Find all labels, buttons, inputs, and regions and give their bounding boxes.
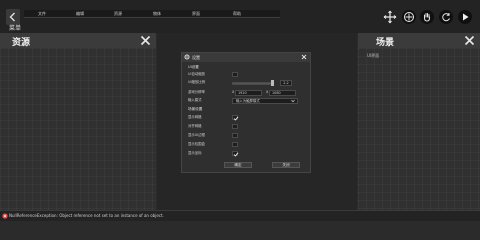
settings-dialog-header: 设置 [182, 53, 310, 62]
ui-scale-slider-fill [233, 83, 273, 84]
show-grid-checkbox[interactable] [232, 115, 239, 121]
error-icon [2, 213, 8, 219]
move-icon [383, 10, 397, 24]
settings-dialog-title: 设置 [192, 55, 200, 60]
resolution-y-label: X [266, 90, 269, 94]
scene-panel-body [358, 48, 480, 211]
close-icon[interactable] [464, 35, 475, 46]
close-icon[interactable] [301, 54, 307, 60]
transform-button[interactable] [402, 10, 416, 24]
chevron-left-icon [9, 12, 15, 22]
scene-panel-title: 场景 [376, 38, 395, 48]
play-button[interactable] [458, 10, 472, 24]
scene-panel: 场景 UI界面 [358, 33, 480, 211]
ui-scale-slider-handle[interactable] [271, 80, 274, 86]
pan-button[interactable] [420, 10, 434, 24]
rotate-button[interactable] [439, 10, 453, 24]
resource-panel-header: 资源 [0, 33, 156, 48]
ui-settings-heading: UI设置 [188, 65, 199, 69]
menu-resources[interactable]: 资源 [114, 10, 122, 18]
show-ui-border-checkbox[interactable] [232, 133, 238, 138]
scene-panel-header: 场景 [358, 33, 480, 48]
show-ui-border-label: 显示UI边框 [188, 133, 206, 137]
show-bounds-label: 显示包围盒 [188, 142, 205, 146]
ok-button[interactable]: 确定 [224, 162, 252, 168]
resource-panel-body [0, 48, 156, 211]
ui-auto-scale-checkbox[interactable] [232, 72, 238, 77]
object-snap-label: 对齐网格 [188, 124, 202, 128]
scene-settings-heading: 场景设置 [188, 107, 203, 111]
ui-scale-slider[interactable] [232, 82, 274, 85]
show-coords-label: 显示坐标 [188, 151, 202, 155]
resource-panel-title: 资源 [12, 38, 31, 48]
input-mode-label: 输入模式 [188, 98, 202, 102]
input-mode-dropdown[interactable]: 输入为触屏模式 [232, 98, 298, 104]
resolution-height-input[interactable]: 1080 [269, 90, 296, 96]
play-icon [463, 13, 469, 21]
hand-icon [424, 13, 430, 22]
rotate-icon [442, 13, 450, 22]
chevron-down-icon [291, 99, 295, 103]
ui-scale-label: UI缩放比例 [188, 80, 206, 84]
scene-tree-item[interactable]: UI界面 [367, 53, 379, 59]
menu-edit[interactable]: 编辑 [76, 10, 84, 18]
gear-icon [184, 54, 190, 60]
menu-bar: 文件 编辑 资源 物体 界面 帮助 [24, 10, 280, 18]
checkmark-icon [233, 152, 239, 157]
show-grid-label: 显示网格 [188, 115, 202, 119]
close-icon[interactable] [140, 35, 151, 46]
menu-file[interactable]: 文件 [38, 10, 46, 18]
move-button[interactable] [383, 10, 397, 24]
close-button[interactable]: 关闭 [272, 162, 300, 168]
checkmark-icon [233, 116, 239, 121]
ui-scale-value[interactable]: 2.2 [280, 80, 292, 86]
object-snap-checkbox[interactable] [232, 124, 238, 129]
show-bounds-checkbox[interactable] [232, 142, 238, 147]
menu-label: 菜单 [9, 25, 22, 32]
transform-icon [404, 12, 414, 22]
input-mode-value: 输入为触屏模式 [236, 99, 260, 103]
status-bar: NullReferenceException: Object reference… [0, 210, 480, 221]
error-message[interactable]: NullReferenceException: Object reference… [9, 213, 164, 219]
resolution-x-label: X [232, 90, 235, 94]
settings-dialog: 设置 UI设置 UI自动缩放 UI缩放比例 2.2 游戏分辨率 X 1920 X… [181, 52, 311, 173]
show-coords-checkbox[interactable] [232, 151, 239, 157]
ui-auto-scale-label: UI自动缩放 [188, 72, 206, 76]
menu-interface[interactable]: 界面 [192, 10, 200, 18]
resolution-width-input[interactable]: 1920 [235, 90, 262, 96]
resource-panel: 资源 [0, 33, 156, 211]
menu-help[interactable]: 帮助 [233, 10, 241, 18]
menu-objects[interactable]: 物体 [153, 10, 161, 18]
resolution-label: 游戏分辨率 [188, 90, 205, 94]
